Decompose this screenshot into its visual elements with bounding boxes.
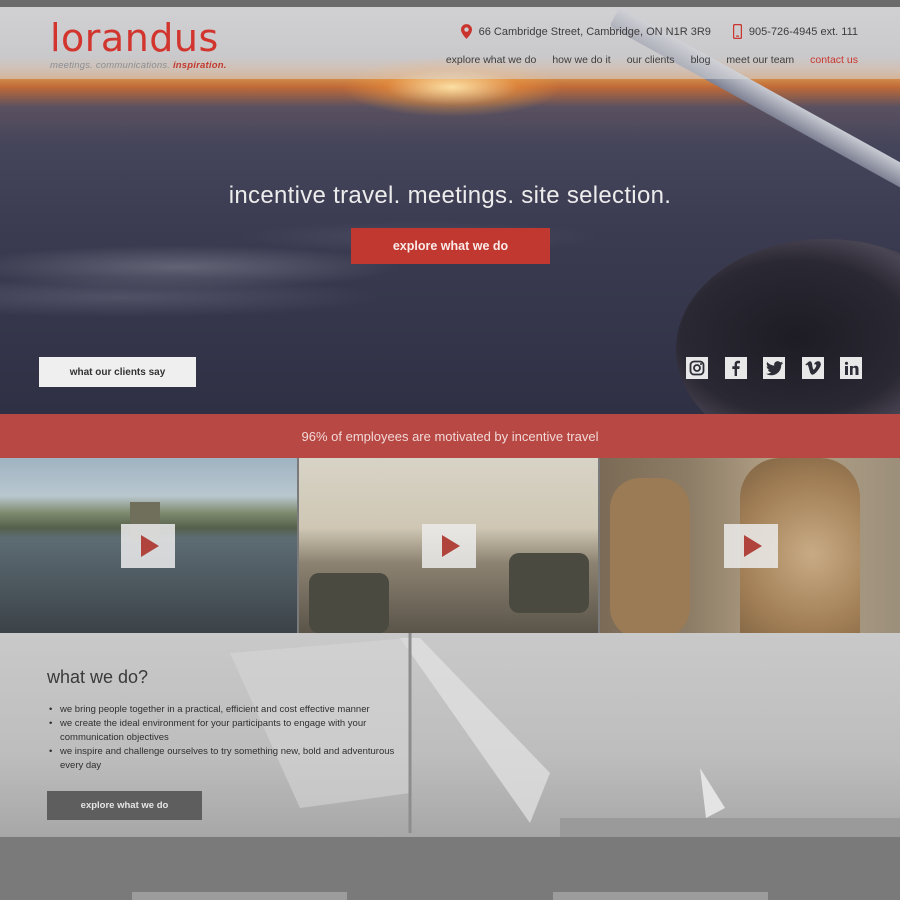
- play-icon: [442, 535, 460, 557]
- lake-castle-video[interactable]: [0, 458, 297, 633]
- list-item: we bring people together in a practical,…: [47, 703, 407, 717]
- logo-wordmark: lorandus: [50, 16, 219, 60]
- hero-title: incentive travel. meetings. site selecti…: [228, 182, 672, 209]
- twitter-icon[interactable]: [763, 357, 785, 379]
- what-we-do-title: what we do?: [47, 667, 149, 687]
- nav-blog[interactable]: blog: [691, 54, 711, 66]
- play-button[interactable]: [724, 524, 778, 568]
- nav-explore-what-we-do[interactable]: explore what we do: [446, 54, 536, 66]
- phone-icon: [732, 24, 742, 39]
- site-logo[interactable]: lorandus meetings. communications. inspi…: [50, 18, 227, 71]
- lobby-chair: [509, 553, 589, 613]
- stat-banner: 96% of employees are motivated by incent…: [0, 414, 900, 458]
- hotel-lobby-video[interactable]: [299, 458, 598, 633]
- contact-info: 66 Cambridge Street, Cambridge, ON N1R 3…: [460, 24, 858, 39]
- vimeo-icon[interactable]: [801, 357, 824, 379]
- hero-explore-button[interactable]: explore what we do: [351, 228, 550, 264]
- play-icon: [744, 535, 762, 557]
- instagram-icon[interactable]: [686, 357, 708, 379]
- footer-block-right: [553, 892, 768, 900]
- footer-area: [0, 837, 900, 900]
- list-item: we create the ideal environment for your…: [47, 717, 407, 745]
- what-our-clients-say-button[interactable]: what our clients say: [39, 357, 196, 387]
- top-edge: [0, 0, 900, 7]
- play-button[interactable]: [422, 524, 476, 568]
- lobby-chair: [309, 573, 389, 633]
- tagline-accent: inspiration.: [172, 60, 227, 71]
- play-button[interactable]: [121, 524, 175, 568]
- facebook-icon[interactable]: [724, 357, 747, 379]
- play-icon: [141, 535, 159, 557]
- list-item: we inspire and challenge ourselves to tr…: [47, 745, 407, 773]
- tagline-prefix: meetings. communications.: [50, 60, 171, 71]
- nav-meet-our-team[interactable]: meet our team: [726, 54, 794, 66]
- main-nav: explore what we do how we do it our clie…: [430, 54, 858, 66]
- address-text: 66 Cambridge Street, Cambridge, ON N1R 3…: [478, 25, 711, 38]
- footer-block-left: [132, 892, 347, 900]
- giraffe-neck: [610, 478, 690, 633]
- linkedin-icon[interactable]: [840, 357, 862, 379]
- stat-text: 96% of employees are motivated by incent…: [301, 428, 599, 444]
- what-we-do-list: we bring people together in a practical,…: [47, 703, 407, 773]
- phone-number[interactable]: 905-726-4945 ext. 111: [749, 26, 858, 38]
- logo-tagline: meetings. communications. inspiration.: [50, 60, 227, 71]
- nav-our-clients[interactable]: our clients: [627, 54, 675, 66]
- giraffe-video[interactable]: [600, 458, 900, 633]
- nav-how-we-do-it[interactable]: how we do it: [552, 54, 610, 66]
- social-links: [686, 357, 862, 379]
- nav-contact-us[interactable]: contact us: [810, 54, 858, 66]
- map-pin-icon: [460, 24, 472, 39]
- what-we-do-explore-button[interactable]: explore what we do: [47, 791, 202, 820]
